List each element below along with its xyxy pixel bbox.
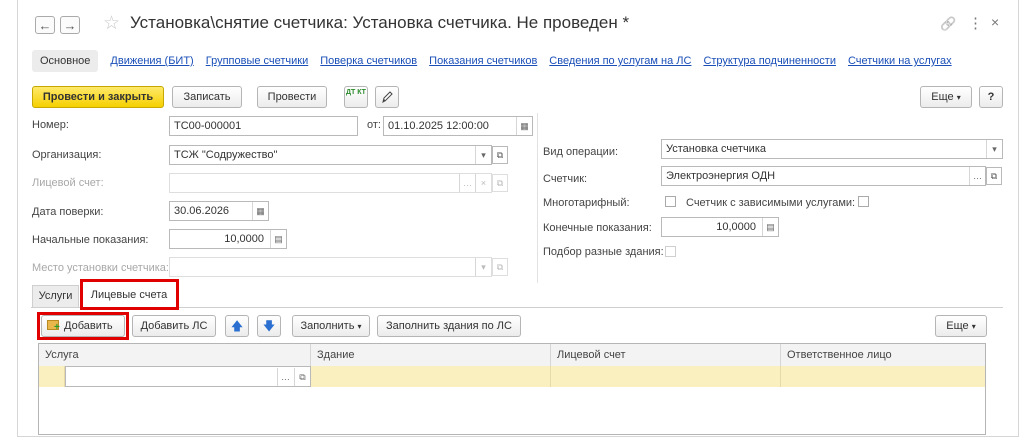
tab-service-meters[interactable]: Счетчики на услугах [848, 55, 952, 67]
dropdown-arrow-icon: ▾ [971, 322, 976, 331]
account-cell[interactable] [551, 366, 781, 387]
open-organization-icon[interactable]: ⧉ [492, 146, 508, 164]
building-cell[interactable] [311, 366, 551, 387]
tab-meter-readings[interactable]: Показания счетчиков [429, 55, 537, 67]
help-button[interactable]: ? [979, 86, 1003, 108]
install-place-label: Место установки счетчика: [32, 262, 169, 274]
select-ellipsis-icon[interactable]: … [969, 167, 985, 185]
tab-movements[interactable]: Движения (БИТ) [110, 55, 193, 67]
arrow-down-icon: 🡇 [262, 319, 276, 333]
column-divider [537, 113, 538, 283]
open-meter-icon[interactable]: ⧉ [986, 167, 1002, 185]
link-icon[interactable]: 🔗 [940, 16, 956, 32]
final-readings-field[interactable]: 10,0000 ▤ [661, 217, 779, 237]
table-more-button[interactable]: Еще ▾ [935, 315, 987, 337]
date-label: от: [367, 119, 381, 131]
edit-button[interactable] [375, 86, 399, 108]
date-field[interactable]: 01.10.2025 12:00:00 ▦ [383, 116, 533, 136]
more-menu-icon[interactable]: ⋮ [968, 14, 983, 32]
open-place-icon[interactable]: ⧉ [492, 258, 508, 276]
clear-icon[interactable]: × [475, 174, 491, 192]
dropdown-arrow-icon: ▾ [956, 93, 961, 102]
page-title: Установка\снятие счетчика: Установка сче… [130, 13, 630, 32]
column-header-building[interactable]: Здание [311, 344, 551, 366]
forward-button[interactable]: → [60, 16, 80, 34]
check-date-label: Дата поверки: [32, 206, 104, 218]
column-header-responsible[interactable]: Ответственное лицо [781, 344, 985, 366]
save-button[interactable]: Записать [172, 86, 242, 108]
favorite-star-icon[interactable]: ☆ [103, 12, 120, 35]
operation-label: Вид операции: [543, 146, 619, 158]
fill-button[interactable]: Заполнить ▾ [292, 315, 370, 337]
operation-field[interactable]: Установка счетчика ▾ [661, 139, 1003, 159]
dt-kt-icon: ДТ КТ [346, 89, 366, 96]
accounts-table: Услуга Здание Лицевой счет Ответственное… [38, 343, 986, 435]
post-button[interactable]: Провести [257, 86, 327, 108]
final-readings-label: Конечные показания: [543, 222, 652, 234]
highlight-accounts-tab [80, 279, 179, 310]
buildings-selection-checkbox[interactable] [665, 246, 676, 257]
dependent-services-checkbox[interactable] [858, 196, 869, 207]
open-account-icon[interactable]: ⧉ [492, 174, 508, 192]
arrow-left-icon: ← [38, 18, 52, 33]
responsible-cell[interactable] [781, 366, 985, 387]
select-ellipsis-icon[interactable]: … [277, 368, 293, 386]
multitariff-label: Многотарифный: [543, 197, 630, 209]
calculator-icon[interactable]: ▤ [762, 218, 778, 236]
move-up-button[interactable]: 🡅 [225, 315, 249, 337]
service-cell-editor[interactable]: … ⧉ [65, 366, 311, 387]
tab-services[interactable]: Услуги [32, 285, 79, 307]
add-ls-button[interactable]: Добавить ЛС [132, 315, 216, 337]
number-field[interactable]: ТС00-000001 [169, 116, 358, 136]
tab-meter-verification[interactable]: Поверка счетчиков [320, 55, 417, 67]
calendar-icon[interactable]: ▦ [252, 202, 268, 220]
buildings-selection-label: Подбор разные здания: [543, 246, 664, 258]
tab-service-info[interactable]: Сведения по услугам на ЛС [549, 55, 691, 67]
calculator-icon[interactable]: ▤ [270, 230, 286, 248]
dropdown-arrow-icon[interactable]: ▾ [986, 140, 1002, 158]
check-date-field[interactable]: 30.06.2026 ▦ [169, 201, 269, 221]
more-button[interactable]: Еще ▾ [920, 86, 972, 108]
section-tabs: Основное Движения (БИТ) Групповые счетчи… [32, 48, 952, 74]
dropdown-arrow-icon[interactable]: ▾ [475, 258, 491, 276]
calendar-icon[interactable]: ▦ [516, 117, 532, 135]
number-label: Номер: [32, 119, 69, 131]
arrow-up-icon: 🡅 [230, 319, 244, 333]
column-header-service[interactable]: Услуга [39, 344, 311, 366]
highlight-add-button [37, 312, 129, 340]
table-row[interactable]: … ⧉ [39, 366, 985, 387]
dt-kt-button[interactable]: ДТ КТ [344, 86, 368, 108]
close-icon[interactable]: × [991, 14, 999, 30]
multitariff-checkbox[interactable] [665, 196, 676, 207]
move-down-button[interactable]: 🡇 [257, 315, 281, 337]
tab-subordination[interactable]: Структура подчиненности [703, 55, 836, 67]
row-marker-cell [39, 366, 65, 387]
back-button[interactable]: ← [35, 16, 55, 34]
pencil-icon [382, 91, 393, 104]
dropdown-arrow-icon[interactable]: ▾ [475, 146, 491, 164]
account-field[interactable]: … × [169, 173, 492, 193]
organization-label: Организация: [32, 149, 102, 161]
meter-field[interactable]: Электроэнергия ОДН … [661, 166, 986, 186]
initial-readings-field[interactable]: 10,0000 ▤ [169, 229, 287, 249]
dependent-services-label: Счетчик с зависимыми услугами: [686, 197, 856, 209]
post-and-close-button[interactable]: Провести и закрыть [32, 86, 164, 108]
open-service-icon[interactable]: ⧉ [294, 368, 310, 386]
organization-field[interactable]: ТСЖ "Содружество" ▾ [169, 145, 492, 165]
dropdown-arrow-icon: ▾ [357, 322, 362, 331]
tab-main[interactable]: Основное [32, 50, 99, 72]
arrow-right-icon: → [63, 18, 77, 33]
install-place-field[interactable]: ▾ [169, 257, 492, 277]
fill-buildings-button[interactable]: Заполнить здания по ЛС [377, 315, 521, 337]
select-ellipsis-icon[interactable]: … [459, 174, 475, 192]
initial-readings-label: Начальные показания: [32, 234, 149, 246]
account-label: Лицевой счет: [32, 177, 104, 189]
meter-label: Счетчик: [543, 173, 588, 185]
column-header-account[interactable]: Лицевой счет [551, 344, 781, 366]
tab-group-meters[interactable]: Групповые счетчики [206, 55, 309, 67]
